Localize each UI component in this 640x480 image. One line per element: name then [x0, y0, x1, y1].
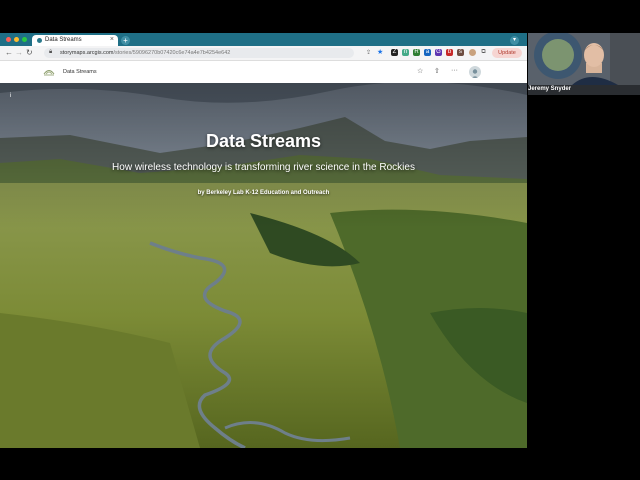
video-participant-tile: Jeremy Snyder	[528, 33, 640, 95]
info-icon[interactable]: i	[10, 93, 11, 99]
extension-b-icon[interactable]: b	[446, 49, 453, 56]
tab-bar: Data Streams × + ▾	[0, 33, 527, 46]
url-path: /stories/59096270b07420c6e74a4e7b4254e64…	[113, 50, 231, 56]
extension-n-icon[interactable]: n	[402, 49, 409, 56]
storymaps-logo-icon[interactable]	[43, 66, 55, 78]
forward-arrow-icon[interactable]: →	[15, 48, 23, 58]
minimize-window-button[interactable]	[14, 37, 19, 42]
story-byline: by Berkeley Lab K-12 Education and Outre…	[197, 190, 330, 196]
url-field[interactable]: 🔒︎ storymaps.arcgis.com/stories/59096270…	[44, 48, 354, 58]
share-icon[interactable]: ⇪	[366, 48, 371, 58]
bookmark-star-icon[interactable]: ★	[377, 48, 383, 58]
tab-search-chevron-icon[interactable]: ▾	[510, 36, 519, 45]
tab-close-icon[interactable]: ×	[110, 36, 114, 43]
story-subtitle: How wireless technology is transforming …	[112, 162, 415, 173]
tab-data-streams[interactable]: Data Streams ×	[32, 35, 118, 46]
extension-z-icon[interactable]: Z	[391, 49, 398, 56]
update-button[interactable]: Update	[492, 48, 522, 58]
address-bar-row: ← → ↻ 🔒︎ storymaps.arcgis.com/stories/59…	[0, 46, 527, 61]
new-tab-button[interactable]: +	[121, 36, 130, 45]
user-avatar[interactable]	[469, 66, 481, 78]
storymaps-favicon-icon	[37, 38, 42, 43]
site-name[interactable]: Data Streams	[63, 69, 97, 75]
more-options-icon[interactable]: ···	[451, 67, 458, 74]
user-silhouette-icon	[471, 69, 479, 78]
story-title: Data Streams	[205, 131, 322, 151]
reload-icon[interactable]: ↻	[26, 48, 33, 58]
extension-r-icon[interactable]: R	[413, 49, 420, 56]
maximize-window-button[interactable]	[22, 37, 27, 42]
close-window-button[interactable]	[6, 37, 11, 42]
extension-a-icon[interactable]: a	[424, 49, 431, 56]
favorite-star-icon[interactable]: ☆	[417, 67, 423, 75]
participant-name: Jeremy Snyder	[528, 86, 572, 92]
tab-title: Data Streams	[45, 37, 82, 43]
lock-icon: 🔒︎	[49, 49, 53, 55]
share-icon[interactable]: ⇧	[434, 67, 440, 75]
browser-window: Data Streams × + ▾ ← → ↻ 🔒︎ storymaps.ar…	[0, 33, 527, 448]
site-header: Data Streams ☆ ⇧ ···	[0, 61, 527, 83]
extension-s-icon[interactable]: s	[457, 49, 464, 56]
profile-avatar-icon[interactable]	[469, 49, 476, 56]
extensions-puzzle-icon[interactable]: ⧉	[480, 49, 487, 56]
url-host: storymaps.arcgis.com	[60, 50, 114, 56]
back-arrow-icon[interactable]: ←	[5, 48, 13, 58]
extension-g-icon[interactable]: G	[435, 49, 442, 56]
hero-section: i Data Streams How wireless technology i…	[0, 83, 527, 448]
